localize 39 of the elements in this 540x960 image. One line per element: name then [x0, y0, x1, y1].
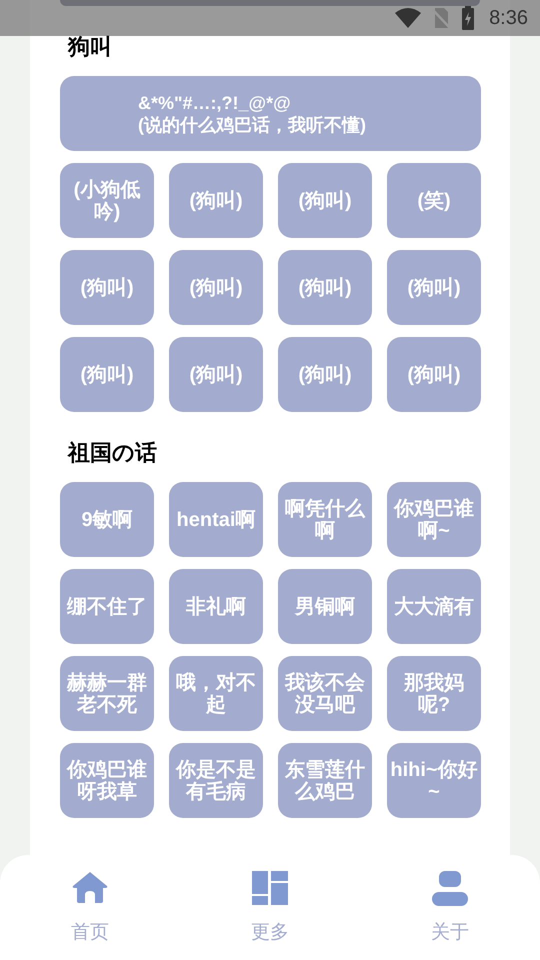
sound-button[interactable]: 哦，对不起 — [169, 656, 263, 731]
sound-button[interactable]: 啊凭什么啊 — [278, 482, 372, 557]
sound-button[interactable]: (狗叫) — [387, 337, 481, 412]
sound-button[interactable]: (狗叫) — [169, 163, 263, 238]
nav-tab[interactable]: 关于 — [410, 871, 490, 945]
sound-button[interactable]: 9敏啊 — [60, 482, 154, 557]
sound-button[interactable]: 绷不住了 — [60, 569, 154, 644]
sound-button[interactable]: (狗叫) — [169, 337, 263, 412]
sound-button[interactable]: 那我妈呢? — [387, 656, 481, 731]
sound-button[interactable]: (笑) — [387, 163, 481, 238]
section-title: 狗叫 — [66, 33, 113, 61]
sound-button[interactable]: 大大滴有 — [387, 569, 481, 644]
sound-button[interactable]: (狗叫) — [169, 250, 263, 325]
sound-button[interactable]: (狗叫) — [60, 337, 154, 412]
sound-button[interactable]: 你鸡巴谁呀我草 — [60, 743, 154, 818]
dashboard-icon — [252, 871, 288, 907]
sound-button[interactable]: &*%"#…:,?!_@*@ (说的什么鸡巴话，我听不懂) — [60, 76, 481, 151]
sound-button[interactable]: (小狗低吟) — [60, 163, 154, 238]
sound-button[interactable]: 你是不是有毛病 — [169, 743, 263, 818]
sound-button[interactable]: (狗叫) — [60, 250, 154, 325]
person-icon — [432, 871, 468, 907]
battery-icon — [461, 6, 476, 30]
sound-button[interactable]: 东雪莲什么鸡巴 — [278, 743, 372, 818]
sound-button[interactable]: 非礼啊 — [169, 569, 263, 644]
sound-button[interactable]: 我该不会没马吧 — [278, 656, 372, 731]
nav-tab[interactable]: 更多 — [230, 871, 310, 945]
sound-button[interactable]: 赫赫一群老不死 — [60, 656, 154, 731]
sound-button[interactable]: 你鸡巴谁啊~ — [387, 482, 481, 557]
section-title: 祖国の话 — [66, 439, 158, 467]
sound-button[interactable]: (狗叫) — [278, 163, 372, 238]
sound-button[interactable]: hihi~你好~ — [387, 743, 481, 818]
sound-button[interactable]: 男铜啊 — [278, 569, 372, 644]
sound-button[interactable]: hentai啊 — [169, 482, 263, 557]
status-time: 8:36 — [489, 6, 528, 30]
sound-button[interactable]: (狗叫) — [278, 337, 372, 412]
wifi-icon — [395, 7, 422, 29]
sound-button[interactable]: (狗叫) — [387, 250, 481, 325]
nav-tab[interactable]: 首页 — [50, 871, 130, 945]
sound-button[interactable]: (狗叫) — [278, 250, 372, 325]
